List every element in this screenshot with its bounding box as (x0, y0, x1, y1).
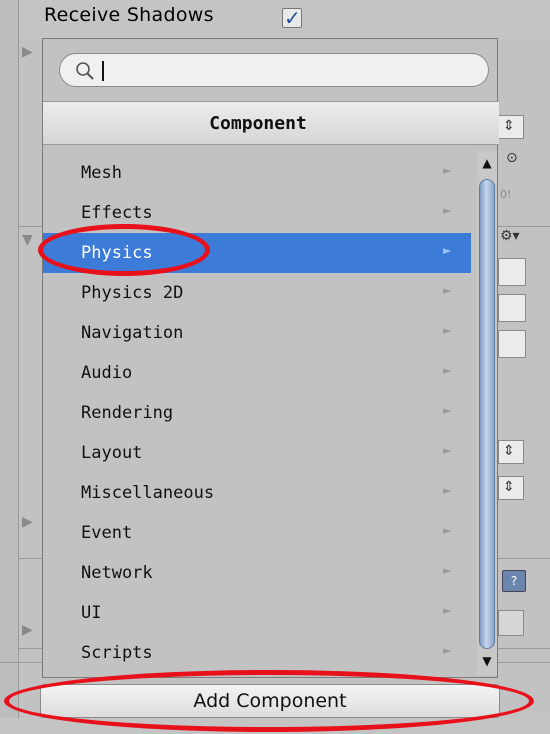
receive-shadows-label: Receive Shadows (44, 4, 214, 26)
highlight-circle-add-component (4, 670, 534, 732)
submenu-arrow-icon: ► (443, 244, 452, 257)
dropdown-field[interactable]: ⇕ (498, 476, 524, 500)
foldout-arrow-icon[interactable]: ▶ (22, 44, 33, 60)
menu-item-miscellaneous[interactable]: Miscellaneous ► (43, 473, 471, 513)
submenu-arrow-icon: ► (443, 484, 452, 497)
search-field[interactable] (59, 53, 489, 87)
foldout-arrow-icon[interactable]: ▶ (22, 514, 33, 530)
checkmark-icon: ✓ (284, 6, 301, 30)
submenu-arrow-icon: ► (443, 324, 452, 337)
foldout-arrow-icon[interactable]: ▶ (22, 622, 33, 638)
category-header: Component (43, 101, 499, 145)
target-icon[interactable]: ⊙ (506, 150, 518, 166)
search-icon (76, 62, 94, 80)
scroll-up-arrow-icon[interactable]: ▲ (477, 155, 497, 171)
value-field[interactable] (498, 330, 526, 358)
disabled-field (498, 610, 524, 636)
gear-icon[interactable]: ⚙▾ (500, 228, 520, 244)
header-title: Component (209, 113, 307, 134)
submenu-arrow-icon: ► (443, 524, 452, 537)
menu-item-layout[interactable]: Layout ► (43, 433, 471, 473)
scrollbar-thumb[interactable] (479, 179, 495, 649)
submenu-arrow-icon: ► (443, 644, 452, 657)
foldout-arrow-icon[interactable]: ▼ (22, 232, 33, 248)
menu-item-ui[interactable]: UI ► (43, 593, 471, 633)
menu-item-mesh[interactable]: Mesh ► (43, 153, 471, 193)
menu-item-rendering[interactable]: Rendering ► (43, 393, 471, 433)
help-icon[interactable]: ? (502, 570, 526, 592)
submenu-arrow-icon: ► (443, 204, 452, 217)
menu-item-event[interactable]: Event ► (43, 513, 471, 553)
highlight-circle-physics (38, 224, 210, 276)
inspector-left-gutter (0, 0, 18, 734)
partial-label-icon: 0! (500, 188, 512, 201)
value-field[interactable] (498, 294, 526, 322)
menu-item-scripts[interactable]: Scripts ► (43, 633, 471, 673)
menu-item-network[interactable]: Network ► (43, 553, 471, 593)
text-caret (102, 61, 104, 81)
value-field[interactable] (498, 258, 526, 286)
add-component-popup: Component Mesh ► Effects ► Physics ► Physic… (42, 38, 499, 678)
scroll-down-arrow-icon[interactable]: ▼ (477, 653, 497, 669)
dropdown-field[interactable]: ⇕ (498, 440, 524, 464)
receive-shadows-checkbox[interactable]: ✓ (282, 6, 302, 30)
menu-item-physics-2d[interactable]: Physics 2D ► (43, 273, 471, 313)
submenu-arrow-icon: ► (443, 284, 452, 297)
submenu-arrow-icon: ► (443, 404, 452, 417)
submenu-arrow-icon: ► (443, 604, 452, 617)
menu-item-navigation[interactable]: Navigation ► (43, 313, 471, 353)
gutter-divider (18, 0, 19, 734)
dropdown-field[interactable]: ⇕ (498, 115, 524, 139)
submenu-arrow-icon: ► (443, 564, 452, 577)
submenu-arrow-icon: ► (443, 444, 452, 457)
search-input[interactable] (108, 59, 472, 83)
menu-item-audio[interactable]: Audio ► (43, 353, 471, 393)
submenu-arrow-icon: ► (443, 364, 452, 377)
submenu-arrow-icon: ► (443, 164, 452, 177)
